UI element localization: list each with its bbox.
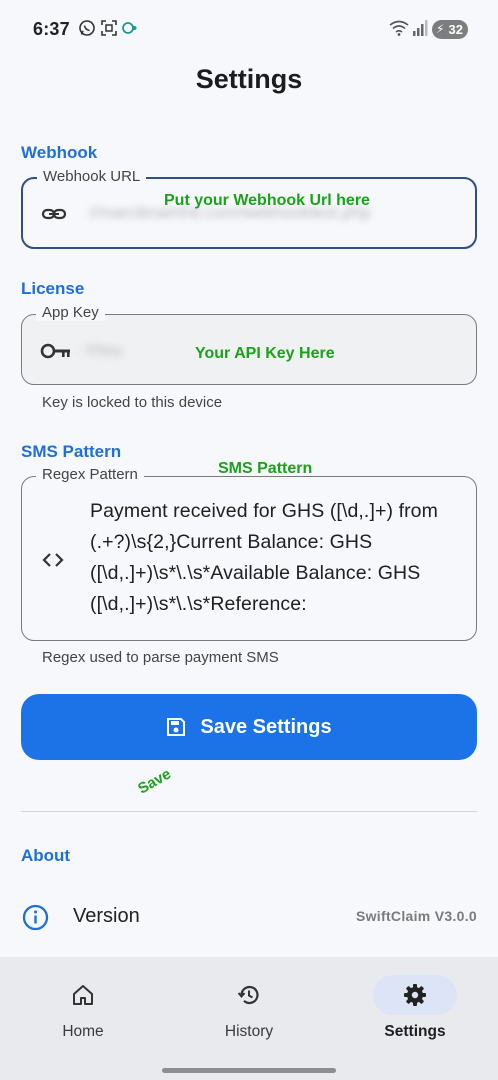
divider <box>21 811 477 812</box>
nav-history[interactable]: History <box>166 957 332 1057</box>
regex-pattern-field[interactable]: Regex Pattern Payment received for GHS (… <box>21 466 477 641</box>
version-row: Version SwiftClaim V3.0.0 <box>21 897 477 937</box>
webhook-url-field[interactable]: Webhook URL //marcibraimhit.com/webhookt… <box>21 168 477 249</box>
app-notification-icon <box>122 22 137 34</box>
version-value: SwiftClaim V3.0.0 <box>355 908 477 924</box>
page-title: Settings <box>195 64 303 94</box>
webhook-annotation: Put your Webhook Url here <box>164 192 370 209</box>
nav-settings-label: Settings <box>384 1023 446 1040</box>
section-about: About <box>21 846 71 865</box>
regex-pattern-value: Payment received for GHS ([\d,.]+) from … <box>90 500 438 615</box>
battery-level: 32 <box>448 22 463 37</box>
section-webhook: Webhook <box>21 143 98 162</box>
version-label: Version <box>73 905 140 927</box>
nav-settings[interactable]: Settings <box>332 957 498 1057</box>
save-settings-button[interactable]: Save Settings <box>21 694 477 760</box>
app-key-field[interactable]: App Key -Yhru Your API Key Here <box>21 304 477 385</box>
regex-helper: Regex used to parse payment SMS <box>42 649 279 666</box>
status-bar: 6:37 ⚡ 32 <box>0 0 498 58</box>
app-key-helper: Key is locked to this device <box>42 394 223 411</box>
app-key-value: -Yhru <box>80 341 122 360</box>
status-time: 6:37 <box>33 19 70 39</box>
signal-icon <box>413 20 428 36</box>
bottom-navigation: Home History Settings <box>0 957 498 1080</box>
battery-indicator: ⚡ 32 <box>432 20 468 39</box>
whatsapp-icon <box>79 20 95 36</box>
history-icon <box>237 985 259 1005</box>
code-icon <box>42 553 64 567</box>
save-annotation: Save <box>135 765 174 798</box>
section-license: License <box>21 279 85 298</box>
charging-icon: ⚡ <box>436 22 445 36</box>
nav-home[interactable]: Home <box>0 957 166 1057</box>
save-icon <box>167 718 186 736</box>
home-icon <box>73 985 93 1005</box>
info-icon <box>22 904 49 931</box>
nav-history-label: History <box>224 1023 274 1040</box>
link-icon <box>41 208 67 220</box>
home-indicator[interactable] <box>162 1068 336 1073</box>
webhook-url-label: Webhook URL <box>37 168 147 185</box>
screenshot-icon <box>101 20 117 36</box>
save-settings-label: Save Settings <box>200 715 332 738</box>
app-key-label: App Key <box>36 304 105 321</box>
section-sms-pattern: SMS Pattern <box>21 442 122 461</box>
license-annotation: Your API Key Here <box>195 345 335 362</box>
gear-icon <box>404 984 426 1006</box>
wifi-icon <box>389 20 409 36</box>
nav-home-label: Home <box>62 1023 104 1040</box>
key-icon <box>40 343 70 359</box>
regex-pattern-label: Regex Pattern <box>36 466 144 483</box>
